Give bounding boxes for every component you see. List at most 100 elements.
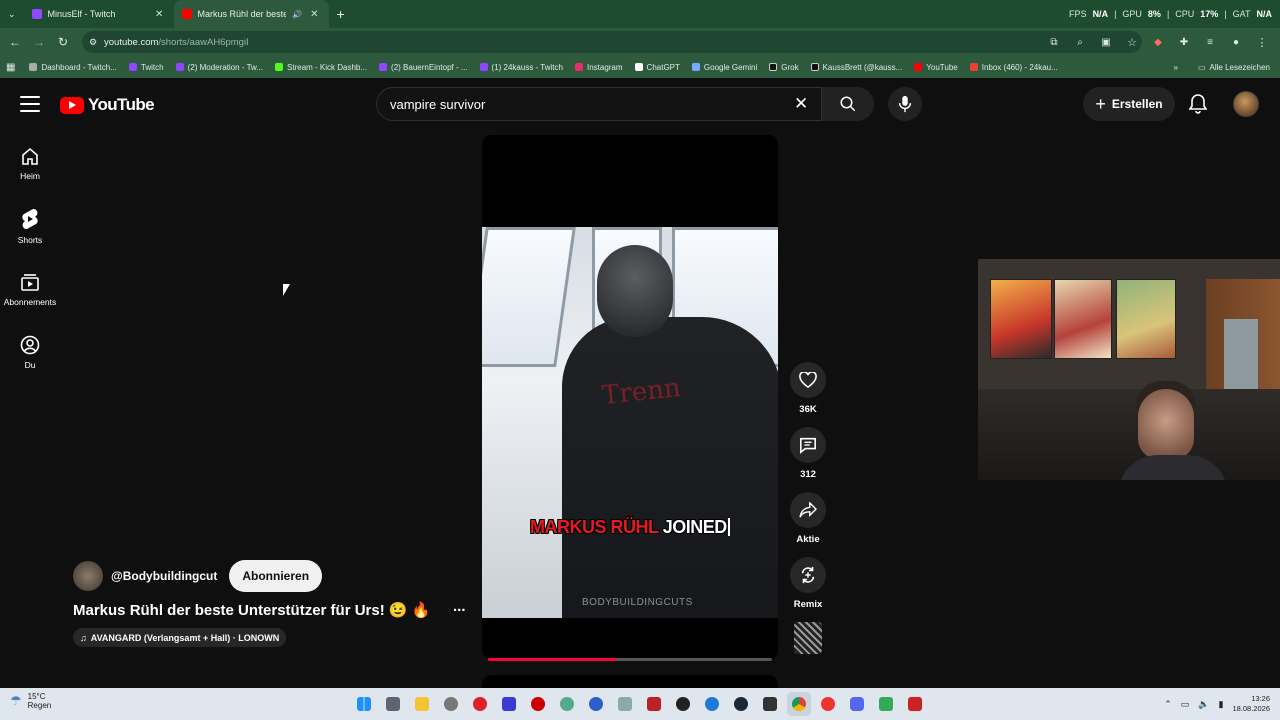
chrome-icon[interactable]: [787, 692, 811, 716]
bookmark-item[interactable]: Twitch: [128, 63, 164, 72]
bookmark-star-icon[interactable]: ☆: [1120, 30, 1144, 54]
sidebar-label: Shorts: [17, 234, 43, 245]
bookmark-item[interactable]: YouTube: [914, 63, 958, 72]
weather-temp: 15°C: [27, 692, 46, 701]
bookmark-item[interactable]: KaussBrett (@kauss...: [810, 62, 903, 72]
bookmark-item[interactable]: ChatGPT: [634, 63, 680, 72]
youtube-logo-text: YouTube: [88, 95, 155, 114]
media-control-icon[interactable]: ≡: [1198, 30, 1222, 54]
menu-icon[interactable]: ⋮: [1250, 30, 1274, 54]
opera-icon[interactable]: [816, 692, 840, 716]
app-blue-icon[interactable]: [584, 692, 608, 716]
all-bookmarks-button[interactable]: » ▭ Alle Lesezeichen: [1174, 56, 1271, 78]
overflow-chevron-icon[interactable]: »: [1174, 63, 1178, 72]
more-options-icon[interactable]: ...: [453, 598, 466, 615]
tab-list-button[interactable]: ⌄: [0, 0, 24, 28]
bookmark-label: KaussBrett (@kauss...: [822, 62, 903, 72]
audio-chip[interactable]: ♫ AVANGARD (Verlangsamt + Hall) · LONOWN: [73, 628, 287, 647]
app-red-icon[interactable]: [468, 692, 492, 716]
speaker-icon[interactable]: 🔊: [292, 10, 302, 19]
volume-icon[interactable]: 🔈: [1198, 699, 1209, 710]
apps-grid-icon[interactable]: ▦: [6, 62, 15, 73]
display-icon[interactable]: ▭: [1181, 699, 1190, 710]
search-icon: [840, 96, 856, 112]
bookmark-item[interactable]: Google Gemini: [691, 63, 757, 72]
mouse-app-icon[interactable]: [439, 692, 463, 716]
search-button[interactable]: [822, 87, 874, 121]
close-tab-icon[interactable]: ✕: [153, 9, 166, 20]
sidebar-item-you[interactable]: Du: [0, 322, 60, 382]
video-title[interactable]: Markus Rühl der beste Unterstützer für U…: [73, 598, 473, 619]
sound-thumbnail[interactable]: [794, 622, 822, 654]
app-record-icon[interactable]: [526, 692, 550, 716]
file-explorer-icon[interactable]: [410, 692, 434, 716]
app-circle-icon[interactable]: [555, 692, 579, 716]
video-caption: MARKUS RÜHL JOINED: [530, 517, 740, 538]
site-info-icon[interactable]: ⚙: [89, 37, 97, 48]
bookmark-item[interactable]: (2) Moderation - Tw...: [175, 63, 263, 72]
channel-avatar[interactable]: [73, 561, 103, 591]
app-red-bar-icon[interactable]: [903, 692, 927, 716]
tab-twitch[interactable]: MinusElf - Twitch ✕: [24, 0, 174, 28]
close-tab-icon[interactable]: ✕: [308, 9, 320, 20]
video-progress-bar[interactable]: [488, 658, 772, 661]
cast-icon[interactable]: ▣: [1094, 30, 1118, 54]
bell-icon: [1189, 94, 1207, 114]
short-video-player[interactable]: Trenn MARKUS RÜHL JOINED BODYBUILDINGCUT…: [482, 135, 778, 660]
twitch-favicon-icon: [479, 63, 488, 71]
bookmark-item[interactable]: Stream - Kick Dashb...: [275, 63, 367, 72]
app-green-icon[interactable]: [874, 692, 898, 716]
weather-condition: Regen: [27, 701, 52, 710]
obs-icon[interactable]: [671, 692, 695, 716]
clock[interactable]: 13:26 18.08.2026: [1232, 694, 1270, 714]
app-dark-icon[interactable]: [758, 692, 782, 716]
back-button[interactable]: ←: [3, 30, 27, 54]
bookmark-item[interactable]: Grok: [769, 63, 799, 72]
calculator-icon[interactable]: [381, 692, 405, 716]
tab-title: MinusElf - Twitch: [47, 9, 116, 19]
extension-icon[interactable]: ◆: [1146, 30, 1170, 54]
steam-icon[interactable]: [729, 692, 753, 716]
search-input[interactable]: vampire survivor: [376, 87, 822, 121]
sidebar-item-shorts[interactable]: Shorts: [0, 196, 60, 256]
hamburger-menu-icon[interactable]: [20, 96, 40, 112]
comments-button[interactable]: 312: [788, 427, 828, 480]
battery-icon[interactable]: ▮: [1219, 699, 1224, 710]
app-blue-circle-icon[interactable]: [700, 692, 724, 716]
clear-search-icon[interactable]: ✕: [794, 94, 808, 114]
channel-name[interactable]: @Bodybuildingcut: [111, 569, 217, 583]
weather-widget[interactable]: ☂ 15°C Regen: [10, 692, 51, 710]
translate-icon[interactable]: ⧉: [1042, 30, 1066, 54]
like-button[interactable]: 36K: [788, 362, 828, 415]
forward-button[interactable]: →: [27, 30, 51, 54]
subscribe-button[interactable]: Abonnieren: [229, 560, 323, 592]
profile-icon[interactable]: ●: [1224, 30, 1248, 54]
extensions-puzzle-icon[interactable]: ✚: [1172, 30, 1196, 54]
create-button[interactable]: + Erstellen: [1083, 87, 1175, 121]
tab-youtube[interactable]: Markus Rühl der beste Unt 🔊 ✕: [173, 0, 329, 28]
discord-icon[interactable]: [845, 692, 869, 716]
share-button[interactable]: Aktie: [788, 492, 828, 545]
zoom-icon[interactable]: ⌕: [1068, 30, 1092, 54]
new-tab-button[interactable]: +: [329, 0, 353, 28]
app-gear-icon[interactable]: [613, 692, 637, 716]
youtube-logo[interactable]: YouTube: [60, 95, 155, 115]
bookmark-item[interactable]: Instagram: [574, 63, 623, 72]
notifications-button[interactable]: [1186, 92, 1210, 116]
remix-button[interactable]: Remix: [788, 557, 828, 610]
address-bar[interactable]: ⚙ youtube.com/shorts/aawAH6pmgiI: [82, 31, 1142, 53]
bookmark-item[interactable]: Inbox (460) - 24kau...: [969, 63, 1058, 72]
sidebar-item-home[interactable]: Heim: [0, 133, 60, 193]
bookmark-item[interactable]: (1) 24kauss - Twitch: [479, 63, 563, 72]
sidebar-item-subscriptions[interactable]: Abonnements: [0, 259, 60, 319]
tray-overflow-icon[interactable]: ⌃: [1164, 699, 1172, 710]
bookmark-item[interactable]: (2) BauernEintopf - ...: [379, 63, 468, 72]
account-avatar[interactable]: [1233, 91, 1259, 117]
vscode-icon[interactable]: [497, 692, 521, 716]
start-windows-icon[interactable]: [352, 692, 376, 716]
browser-toolbar-right: ⧉ ⌕ ▣ ☆ ◆ ✚ ≡ ● ⋮: [1042, 28, 1274, 56]
app-red-square-icon[interactable]: [642, 692, 666, 716]
bookmark-item[interactable]: Dashboard - Twitch...: [29, 63, 117, 72]
voice-search-button[interactable]: [888, 87, 922, 121]
reload-button[interactable]: ↻: [51, 30, 75, 54]
